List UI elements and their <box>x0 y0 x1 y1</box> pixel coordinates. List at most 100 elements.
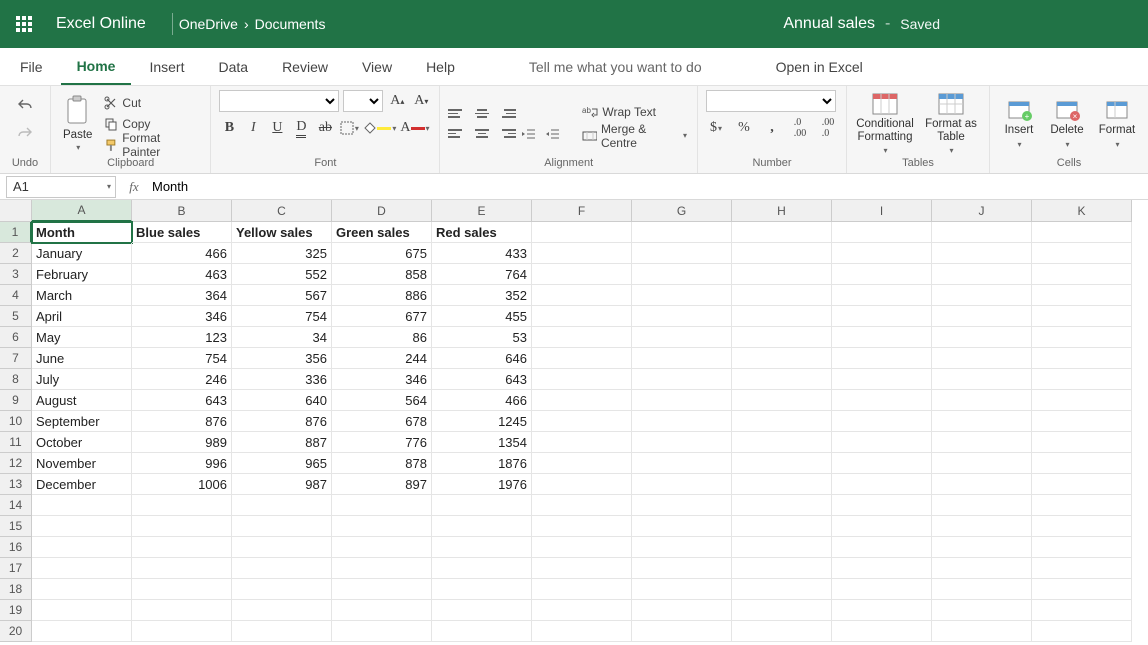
cell-E8[interactable]: 643 <box>432 369 532 390</box>
tab-insert[interactable]: Insert <box>133 48 200 85</box>
cell-K13[interactable] <box>1032 474 1132 495</box>
tell-me[interactable]: Tell me what you want to do <box>513 48 718 85</box>
col-header-F[interactable]: F <box>532 200 632 222</box>
cell-J11[interactable] <box>932 432 1032 453</box>
cell-C10[interactable]: 876 <box>232 411 332 432</box>
cell-F5[interactable] <box>532 306 632 327</box>
redo-button[interactable] <box>14 122 36 144</box>
tab-review[interactable]: Review <box>266 48 344 85</box>
cell-J15[interactable] <box>932 516 1032 537</box>
cell-J8[interactable] <box>932 369 1032 390</box>
col-header-I[interactable]: I <box>832 200 932 222</box>
row-header-13[interactable]: 13 <box>0 474 32 495</box>
cell-A17[interactable] <box>32 558 132 579</box>
cell-C9[interactable]: 640 <box>232 390 332 411</box>
cell-K3[interactable] <box>1032 264 1132 285</box>
row-header-9[interactable]: 9 <box>0 390 32 411</box>
row-header-14[interactable]: 14 <box>0 495 32 516</box>
cell-B2[interactable]: 466 <box>132 243 232 264</box>
cell-A6[interactable]: May <box>32 327 132 348</box>
cell-G11[interactable] <box>632 432 732 453</box>
cell-C1[interactable]: Yellow sales <box>232 222 332 243</box>
cell-A14[interactable] <box>32 495 132 516</box>
cell-H10[interactable] <box>732 411 832 432</box>
cell-C20[interactable] <box>232 621 332 642</box>
cell-D20[interactable] <box>332 621 432 642</box>
cell-A20[interactable] <box>32 621 132 642</box>
cell-J10[interactable] <box>932 411 1032 432</box>
cell-B12[interactable]: 996 <box>132 453 232 474</box>
cell-B14[interactable] <box>132 495 232 516</box>
cell-D15[interactable] <box>332 516 432 537</box>
cell-H4[interactable] <box>732 285 832 306</box>
cell-G7[interactable] <box>632 348 732 369</box>
cell-D4[interactable]: 886 <box>332 285 432 306</box>
row-header-7[interactable]: 7 <box>0 348 32 369</box>
cell-J6[interactable] <box>932 327 1032 348</box>
shrink-font-button[interactable]: A▾ <box>411 91 431 111</box>
cell-F8[interactable] <box>532 369 632 390</box>
cell-F10[interactable] <box>532 411 632 432</box>
cell-H3[interactable] <box>732 264 832 285</box>
cell-G19[interactable] <box>632 600 732 621</box>
cell-E9[interactable]: 466 <box>432 390 532 411</box>
cell-G9[interactable] <box>632 390 732 411</box>
formula-input[interactable] <box>146 179 1148 194</box>
cell-C7[interactable]: 356 <box>232 348 332 369</box>
delete-cells-button[interactable]: × Delete▾ <box>1046 98 1088 148</box>
cell-J19[interactable] <box>932 600 1032 621</box>
cell-B17[interactable] <box>132 558 232 579</box>
cell-B11[interactable]: 989 <box>132 432 232 453</box>
cell-D5[interactable]: 677 <box>332 306 432 327</box>
cell-E4[interactable]: 352 <box>432 285 532 306</box>
cell-G8[interactable] <box>632 369 732 390</box>
cell-I17[interactable] <box>832 558 932 579</box>
cell-D19[interactable] <box>332 600 432 621</box>
cell-B9[interactable]: 643 <box>132 390 232 411</box>
cell-I11[interactable] <box>832 432 932 453</box>
format-cells-button[interactable]: Format▾ <box>1094 98 1140 148</box>
tab-file[interactable]: File <box>4 48 59 85</box>
cell-B8[interactable]: 246 <box>132 369 232 390</box>
cell-C2[interactable]: 325 <box>232 243 332 264</box>
cell-I1[interactable] <box>832 222 932 243</box>
cell-J14[interactable] <box>932 495 1032 516</box>
cell-H13[interactable] <box>732 474 832 495</box>
cell-D2[interactable]: 675 <box>332 243 432 264</box>
cell-I12[interactable] <box>832 453 932 474</box>
cell-D11[interactable]: 776 <box>332 432 432 453</box>
increase-decimal-button[interactable]: .0.00 <box>790 118 810 138</box>
format-painter-button[interactable]: Format Painter <box>102 135 202 155</box>
undo-button[interactable] <box>14 94 36 116</box>
row-header-16[interactable]: 16 <box>0 537 32 558</box>
cell-A8[interactable]: July <box>32 369 132 390</box>
cell-J7[interactable] <box>932 348 1032 369</box>
cell-A2[interactable]: January <box>32 243 132 264</box>
cell-G13[interactable] <box>632 474 732 495</box>
row-header-10[interactable]: 10 <box>0 411 32 432</box>
app-launcher-button[interactable] <box>8 8 40 40</box>
cell-E6[interactable]: 53 <box>432 327 532 348</box>
cell-E15[interactable] <box>432 516 532 537</box>
decrease-indent-button[interactable] <box>520 126 540 142</box>
cell-I13[interactable] <box>832 474 932 495</box>
conditional-formatting-button[interactable]: Conditional Formatting▾ <box>855 92 915 156</box>
cell-F19[interactable] <box>532 600 632 621</box>
cell-I3[interactable] <box>832 264 932 285</box>
cell-E11[interactable]: 1354 <box>432 432 532 453</box>
cell-K2[interactable] <box>1032 243 1132 264</box>
cell-E5[interactable]: 455 <box>432 306 532 327</box>
align-top-button[interactable] <box>448 106 468 122</box>
cell-D16[interactable] <box>332 537 432 558</box>
cell-H14[interactable] <box>732 495 832 516</box>
cell-H16[interactable] <box>732 537 832 558</box>
cell-B5[interactable]: 346 <box>132 306 232 327</box>
cell-B4[interactable]: 364 <box>132 285 232 306</box>
cell-K4[interactable] <box>1032 285 1132 306</box>
cell-K7[interactable] <box>1032 348 1132 369</box>
grow-font-button[interactable]: A▴ <box>387 91 407 111</box>
cell-A4[interactable]: March <box>32 285 132 306</box>
row-header-11[interactable]: 11 <box>0 432 32 453</box>
align-bottom-button[interactable] <box>496 106 516 122</box>
cell-G3[interactable] <box>632 264 732 285</box>
